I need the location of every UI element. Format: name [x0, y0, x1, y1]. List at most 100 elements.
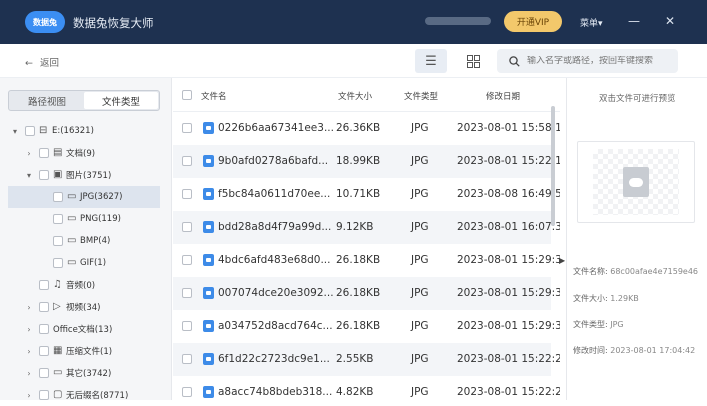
list-view-icon: ☰	[425, 53, 437, 69]
tree-item-label: GIF(1)	[80, 258, 107, 268]
document-icon: ▤	[53, 147, 63, 158]
collapse-preview-icon[interactable]: ▶	[559, 256, 565, 265]
table-row[interactable]: a034752d8acd764c... 26.18KB JPG 2023-08-01 …	[173, 310, 560, 343]
file-size: 10.71KB	[336, 188, 381, 200]
tree-checkbox[interactable]	[39, 390, 49, 400]
preview-thumbnail	[577, 141, 695, 223]
tree-item-label: JPG(3627)	[80, 192, 123, 202]
minimize-icon[interactable]: —	[628, 13, 640, 29]
tree-item[interactable]: ▾ ▣ 图片(3751)	[8, 164, 160, 186]
row-checkbox[interactable]	[182, 321, 192, 331]
chevron-right-icon[interactable]: ›	[25, 149, 33, 158]
tree-checkbox[interactable]	[53, 192, 63, 202]
header-date[interactable]: 修改日期	[486, 90, 520, 102]
header-name[interactable]: 文件名	[201, 90, 227, 102]
image-icon: ▣	[53, 169, 63, 180]
row-checkbox[interactable]	[182, 255, 192, 265]
file-name: 007074dce20e3092...	[218, 287, 334, 299]
tree-checkbox[interactable]	[39, 324, 49, 334]
file-date: 2023-08-01 15:22:13	[457, 155, 560, 167]
tree-item-label: 图片(3751)	[66, 171, 112, 181]
image-file-icon	[203, 221, 214, 233]
row-checkbox[interactable]	[182, 222, 192, 232]
row-checkbox[interactable]	[182, 123, 192, 133]
chevron-right-icon[interactable]: ›	[25, 347, 33, 356]
tree-checkbox[interactable]	[39, 346, 49, 356]
select-all-checkbox[interactable]	[182, 90, 192, 100]
tree-checkbox[interactable]	[39, 302, 49, 312]
app-title: 数据兔恢复大师	[73, 16, 154, 30]
file-name: bdd28a8d4f79a99d...	[218, 221, 332, 233]
tree-item[interactable]: ▭ GIF(1)	[8, 252, 160, 274]
table-row[interactable]: a8acc74b8bdeb318... 4.82KB JPG 2023-08-01 1…	[173, 376, 560, 400]
tree-item-label: PNG(119)	[80, 214, 121, 224]
list-header: 文件名 文件大小 文件类型 修改日期	[173, 78, 560, 112]
chevron-down-icon[interactable]: ▾	[11, 127, 19, 136]
table-row[interactable]: 4bdc6afd483e68d0... 26.18KB JPG 2023-08-01 …	[173, 244, 560, 277]
app-logo: 数据兔	[25, 11, 65, 33]
tab-file-type[interactable]: 文件类型	[84, 92, 158, 109]
archive-icon: ▦	[53, 345, 63, 356]
tree-checkbox[interactable]	[39, 368, 49, 378]
tree-checkbox[interactable]	[53, 236, 63, 246]
file-name: 4bdc6afd483e68d0...	[218, 254, 331, 266]
chevron-right-icon[interactable]: ›	[25, 325, 33, 334]
menu-button[interactable]: 菜单▾	[580, 16, 603, 29]
table-row[interactable]: 0226b6aa67341ee3... 26.36KB JPG 2023-08-01 …	[173, 112, 560, 145]
row-checkbox[interactable]	[182, 354, 192, 364]
chevron-right-icon[interactable]: ›	[25, 303, 33, 312]
table-row[interactable]: bdd28a8d4f79a99d... 9.12KB JPG 2023-08-01 1…	[173, 211, 560, 244]
file-size: 26.18KB	[336, 320, 381, 332]
chevron-down-icon[interactable]: ▾	[25, 171, 33, 180]
file-date: 2023-08-08 16:49:51	[457, 188, 560, 200]
tree-item[interactable]: ▭ PNG(119)	[8, 208, 160, 230]
tree-item[interactable]: › ▷ 视频(34)	[8, 296, 160, 318]
video-icon: ▷	[53, 301, 61, 312]
header-size[interactable]: 文件大小	[338, 90, 372, 102]
image-file-icon	[203, 353, 214, 365]
search-input[interactable]	[527, 56, 677, 66]
row-checkbox[interactable]	[182, 156, 192, 166]
row-checkbox[interactable]	[182, 288, 192, 298]
tree-item[interactable]: › ▦ 压缩文件(1)	[8, 340, 160, 362]
table-row[interactable]: 9b0afd0278a6bafd... 18.99KB JPG 2023-08-01 …	[173, 145, 560, 178]
image-file-icon	[203, 386, 214, 398]
tree-checkbox[interactable]	[53, 258, 63, 268]
chevron-right-icon[interactable]: ›	[25, 369, 33, 378]
header-type[interactable]: 文件类型	[404, 90, 438, 102]
tree-checkbox[interactable]	[53, 214, 63, 224]
tree-item[interactable]: › ▤ 文档(9)	[8, 142, 160, 164]
row-checkbox[interactable]	[182, 387, 192, 397]
tree-checkbox[interactable]	[39, 280, 49, 290]
file-size: 26.18KB	[336, 254, 381, 266]
list-view-button[interactable]: ☰	[415, 49, 447, 73]
tree-item[interactable]: › ▭ 其它(3742)	[8, 362, 160, 384]
tree-item-label: 其它(3742)	[66, 369, 112, 379]
tree-item-label: 视频(34)	[66, 303, 101, 313]
tab-path-view[interactable]: 路径视图	[10, 92, 84, 109]
user-account[interactable]	[425, 17, 491, 25]
tree-item[interactable]: ▾ ⊟ E:(16321)	[8, 120, 160, 142]
table-row[interactable]: 6f1d22c2723dc9e1... 2.55KB JPG 2023-08-01 1…	[173, 343, 560, 376]
folder-icon: ▭	[53, 367, 63, 378]
table-row[interactable]: 007074dce20e3092... 26.18KB JPG 2023-08-01 …	[173, 277, 560, 310]
tree-checkbox[interactable]	[39, 148, 49, 158]
tree-item[interactable]: ♫ 音频(0)	[8, 274, 160, 296]
grid-view-button[interactable]	[457, 49, 489, 73]
row-checkbox[interactable]	[182, 189, 192, 199]
chevron-right-icon[interactable]: ›	[25, 391, 33, 400]
tree-item-label: 文档(9)	[66, 149, 96, 159]
tree-item[interactable]: ▭ JPG(3627)	[8, 186, 160, 208]
tree-item[interactable]: › Office文档(13)	[8, 318, 160, 340]
tree-checkbox[interactable]	[25, 126, 35, 136]
vip-button[interactable]: 开通VIP	[504, 11, 562, 32]
list-scrollbar[interactable]	[551, 106, 555, 226]
back-button[interactable]: ← 返回	[25, 55, 59, 69]
tree-item[interactable]: › ▢ 无后缀名(8771)	[8, 384, 160, 406]
table-row[interactable]: f5bc84a0611d70ee... 10.71KB JPG 2023-08-08 …	[173, 178, 560, 211]
close-icon[interactable]: ✕	[665, 13, 675, 29]
search-box[interactable]	[497, 49, 678, 73]
file-icon: ▢	[53, 389, 63, 400]
tree-item[interactable]: ▭ BMP(4)	[8, 230, 160, 252]
tree-checkbox[interactable]	[39, 170, 49, 180]
